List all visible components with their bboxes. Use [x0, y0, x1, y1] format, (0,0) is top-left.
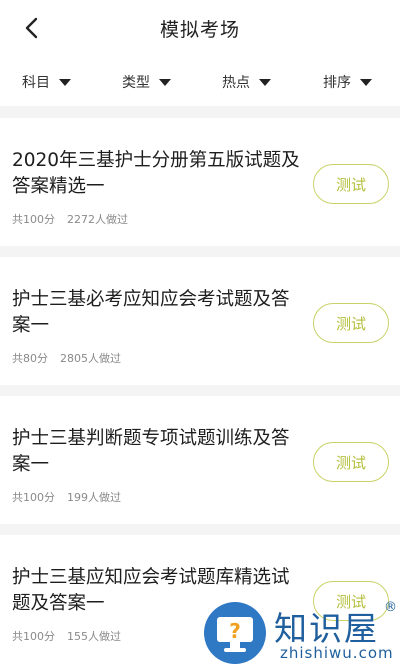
filter-type-label: 类型	[122, 75, 150, 91]
watermark: ? 知识屋 ® zhishiwu.com	[198, 600, 400, 666]
exam-title: 2020年三基护士分册第五版试题及答案精选一	[12, 150, 300, 197]
exam-score: 共100分	[12, 630, 55, 643]
exam-score: 共100分	[12, 491, 55, 504]
watermark-title: 知识屋	[274, 609, 379, 648]
filter-type[interactable]: 类型	[122, 71, 171, 93]
exam-title: 护士三基必考应知应会考试题及答案一	[12, 289, 290, 336]
filter-hot-label: 热点	[222, 75, 250, 91]
exam-card[interactable]: 护士三基判断题专项试题训练及答案一 共100分 199人做过 测试	[0, 396, 400, 524]
page-title: 模拟考场	[159, 19, 240, 41]
exam-card[interactable]: 2020年三基护士分册第五版试题及答案精选一 共100分 2272人做过 测试	[0, 118, 400, 246]
exam-takers: 199人做过	[67, 491, 121, 504]
exam-card[interactable]: 护士三基必考应知应会考试题及答案一 共80分 2805人做过 测试	[0, 257, 400, 385]
svg-text:?: ?	[229, 619, 241, 643]
filter-subject-label: 科目	[22, 75, 50, 91]
exam-score: 共80分	[12, 352, 48, 365]
triangle-down-icon	[159, 78, 171, 86]
test-button[interactable]: 测试	[313, 164, 389, 204]
header-bar: 模拟考场	[0, 0, 400, 56]
watermark-registered: ®	[384, 600, 397, 615]
exam-meta: 共80分 2805人做过	[12, 350, 121, 366]
triangle-down-icon	[360, 78, 372, 86]
question-mark-screen-icon: ?	[204, 602, 266, 664]
watermark-url: zhishiwu.com	[280, 644, 394, 662]
triangle-down-icon	[259, 78, 271, 86]
exam-takers: 2272人做过	[67, 213, 128, 226]
filter-sort[interactable]: 排序	[323, 71, 372, 93]
filter-subject[interactable]: 科目	[22, 71, 71, 93]
exam-meta: 共100分 155人做过	[12, 628, 121, 644]
exam-takers: 155人做过	[67, 630, 121, 643]
filter-bar: 科目 类型 热点 排序	[0, 56, 400, 106]
test-button[interactable]: 测试	[313, 303, 389, 343]
filter-sort-label: 排序	[323, 75, 351, 91]
exam-title: 护士三基判断题专项试题训练及答案一	[12, 428, 290, 475]
test-button[interactable]: 测试	[313, 442, 389, 482]
triangle-down-icon	[59, 78, 71, 86]
exam-meta: 共100分 199人做过	[12, 489, 121, 505]
exam-score: 共100分	[12, 213, 55, 226]
filter-hot[interactable]: 热点	[222, 71, 271, 93]
exam-takers: 2805人做过	[60, 352, 121, 365]
exam-meta: 共100分 2272人做过	[12, 211, 128, 227]
